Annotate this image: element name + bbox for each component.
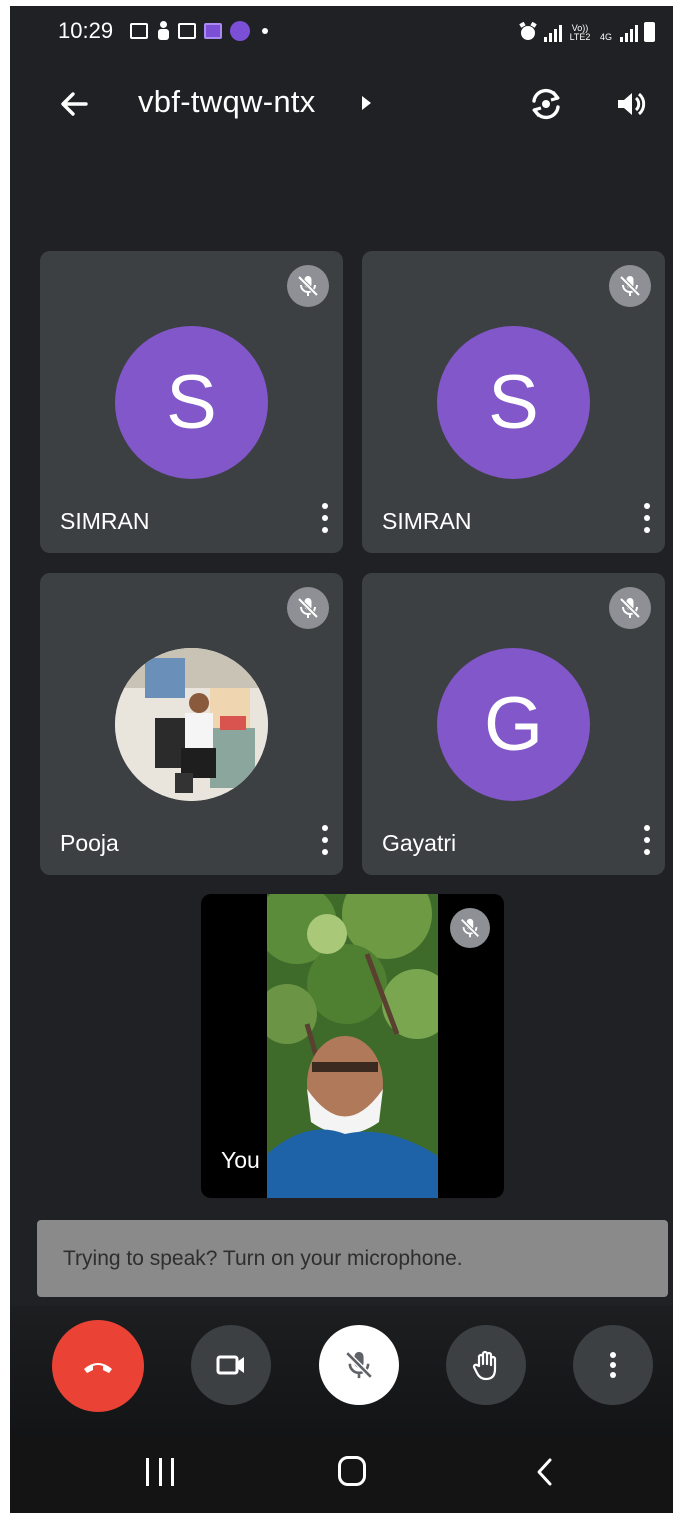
more-options-button[interactable] <box>573 1325 653 1405</box>
meeting-code[interactable]: vbf-twqw-ntx <box>138 84 316 120</box>
self-view-tile[interactable]: You <box>201 894 504 1198</box>
video-camera-icon <box>216 1355 244 1375</box>
user-walk-icon <box>156 21 170 41</box>
more-options-icon[interactable] <box>643 503 651 533</box>
alarm-icon <box>519 22 537 40</box>
home-icon[interactable] <box>338 1456 366 1486</box>
muted-mic-icon <box>450 908 490 948</box>
participant-tile[interactable]: S SIMRAN <box>362 251 665 553</box>
system-icons: Vo)) LTE2 4G <box>518 18 655 42</box>
end-call-button[interactable] <box>52 1320 144 1412</box>
4g-icon: 4G <box>599 32 612 42</box>
avatar: S <box>437 326 590 479</box>
nav-back-icon[interactable] <box>530 1454 560 1490</box>
avatar: S <box>115 326 268 479</box>
participant-name: Pooja <box>60 830 119 856</box>
speaker-icon[interactable] <box>610 84 650 124</box>
system-nav-bar <box>10 1436 673 1513</box>
participant-tile[interactable]: Pooja <box>40 573 343 875</box>
mic-off-icon <box>345 1351 373 1379</box>
participant-name: SIMRAN <box>60 508 150 534</box>
status-time: 10:29 <box>58 18 114 43</box>
profile-photo <box>115 648 268 801</box>
more-options-icon[interactable] <box>321 503 329 533</box>
signal-icon <box>544 25 562 42</box>
meeting-details-arrow-icon[interactable] <box>362 96 371 110</box>
participant-tile[interactable]: S SIMRAN <box>40 251 343 553</box>
infinity-badge-icon <box>204 23 222 39</box>
self-camera-feed <box>267 894 438 1198</box>
meet-call-screen: 10:29 Vo)) LTE2 4G vbf-twqw-ntx S SIMRAN… <box>10 6 673 1513</box>
self-label: You <box>221 1147 260 1173</box>
microphone-toggle-button[interactable] <box>319 1325 399 1405</box>
participant-name: Gayatri <box>382 830 457 856</box>
participant-tile[interactable]: G Gayatri <box>362 573 665 875</box>
infinity-circle-icon <box>230 21 250 41</box>
muted-mic-icon <box>609 587 651 629</box>
more-options-icon[interactable] <box>321 825 329 855</box>
volte-icon: Vo)) LTE2 <box>569 23 591 42</box>
signal-icon <box>620 25 638 42</box>
video-call-icon <box>130 23 148 39</box>
back-arrow-icon[interactable] <box>54 84 94 124</box>
voicemail-icon <box>178 23 196 39</box>
dot-icon <box>262 28 268 34</box>
more-vert-icon <box>609 1352 617 1378</box>
microphone-toast: Trying to speak? Turn on your microphone… <box>37 1220 668 1297</box>
muted-mic-icon <box>287 265 329 307</box>
notification-icons <box>130 19 268 43</box>
camera-toggle-button[interactable] <box>191 1325 271 1405</box>
call-top-bar: vbf-twqw-ntx <box>10 76 673 132</box>
raise-hand-button[interactable] <box>446 1325 526 1405</box>
hand-icon <box>472 1350 497 1381</box>
switch-camera-icon[interactable] <box>526 84 566 124</box>
status-bar: 10:29 Vo)) LTE2 4G <box>10 6 673 56</box>
avatar: G <box>437 648 590 801</box>
muted-mic-icon <box>609 265 651 307</box>
call-controls <box>10 1306 673 1436</box>
battery-icon <box>644 22 655 42</box>
muted-mic-icon <box>287 587 329 629</box>
recents-icon[interactable] <box>146 1458 174 1488</box>
more-options-icon[interactable] <box>643 825 651 855</box>
hang-up-icon <box>84 1363 112 1373</box>
participant-name: SIMRAN <box>382 508 472 534</box>
